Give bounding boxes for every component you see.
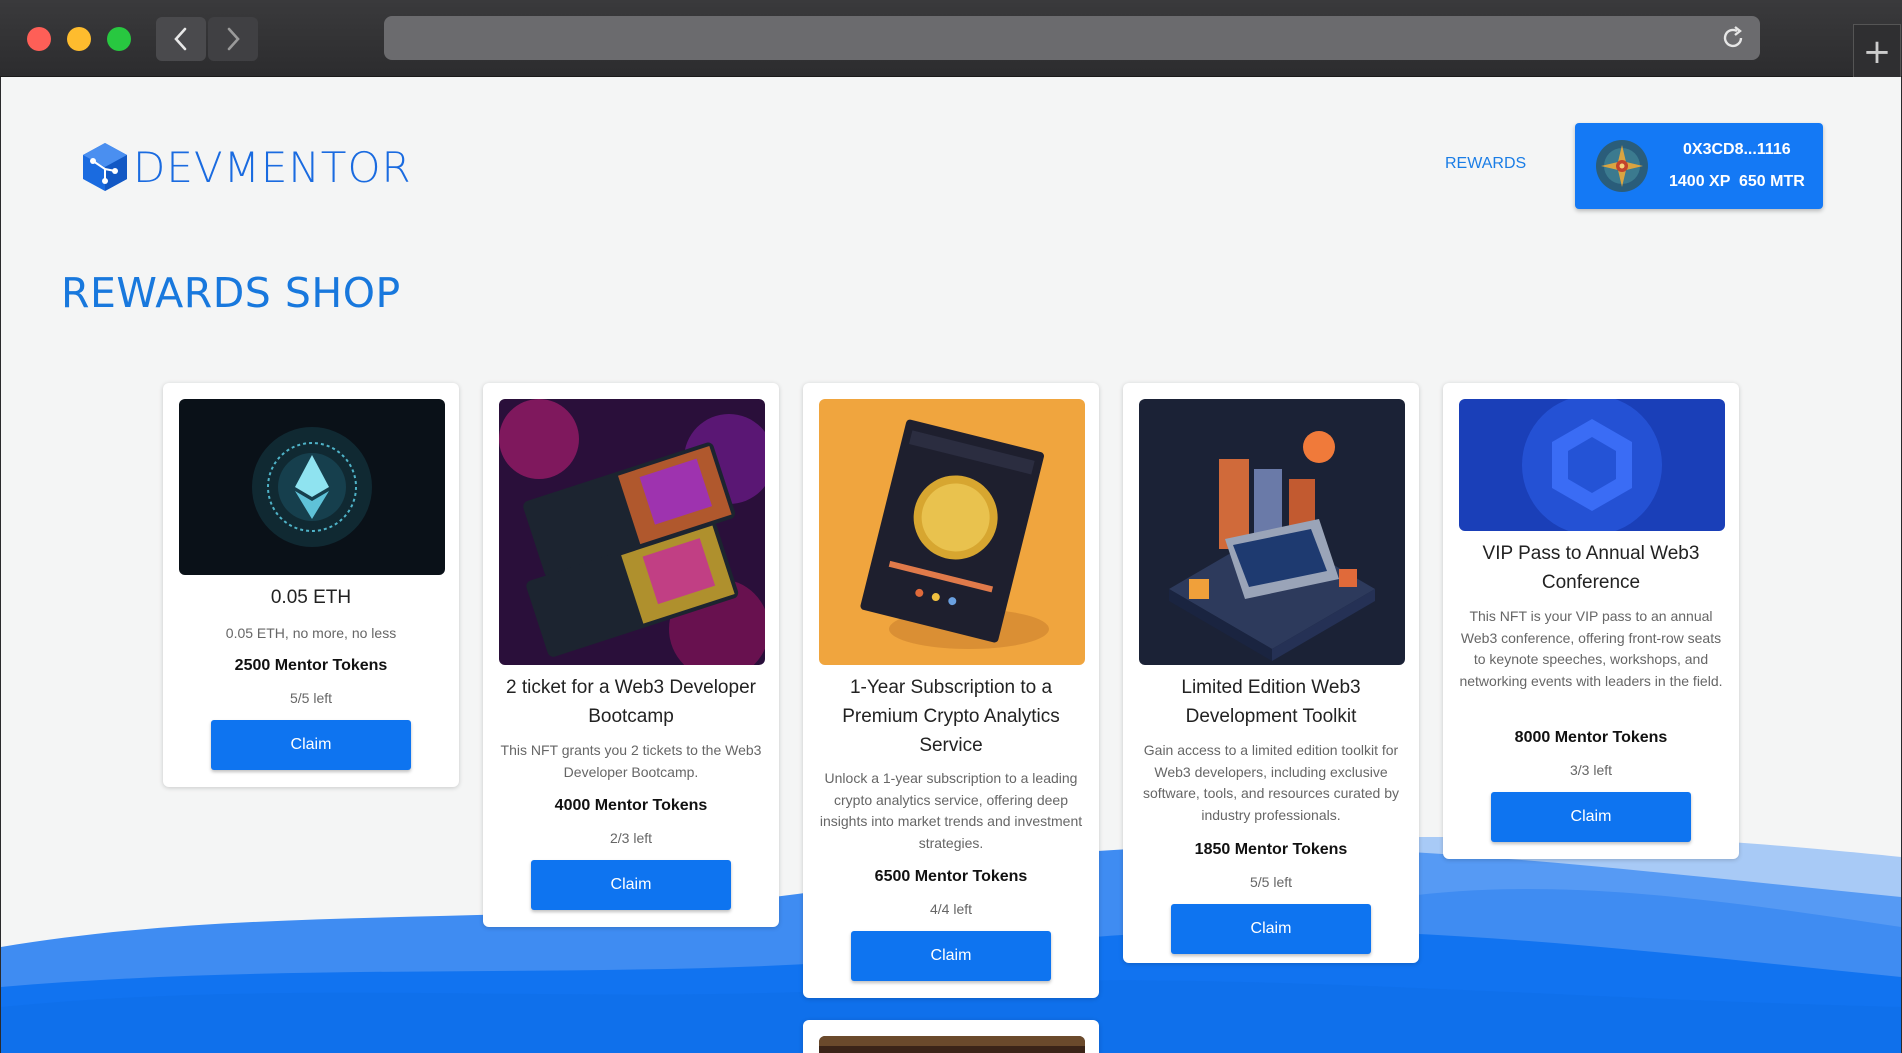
wallet-stats: 1400 XP 650 MTR xyxy=(1669,173,1805,190)
chevron-left-icon xyxy=(174,27,187,51)
devmentor-cube-icon xyxy=(83,143,127,191)
reward-availability: 5/5 left xyxy=(289,690,333,706)
reward-image-crypto-analytics xyxy=(819,399,1085,665)
page-title: REWARDS SHOP xyxy=(61,269,401,317)
reward-availability: 2/3 left xyxy=(609,830,653,846)
reward-price: 2500 Mentor Tokens xyxy=(234,657,388,674)
address-bar[interactable] xyxy=(384,16,1760,60)
avatar xyxy=(1596,140,1648,192)
claim-button[interactable]: Claim xyxy=(851,931,1051,981)
logo[interactable]: DEVMENTOR xyxy=(81,141,412,193)
back-button[interactable] xyxy=(156,17,206,61)
browser-toolbar: + xyxy=(0,0,1902,80)
reward-description: Unlock a 1-year subscription to a leadin… xyxy=(819,770,1083,851)
reward-title: VIP Pass to Annual Web3 Conference xyxy=(1482,543,1700,593)
maximize-window-button[interactable] xyxy=(107,27,131,51)
wallet-button[interactable]: 0X3CD8...1116 1400 XP 650 MTR xyxy=(1575,123,1823,209)
reward-title: Limited Edition Web3 Development Toolkit xyxy=(1181,677,1361,727)
nav-link-rewards[interactable]: REWARDS xyxy=(1445,155,1526,173)
reward-description: This NFT grants you 2 tickets to the Web… xyxy=(500,742,762,780)
reward-price: 6500 Mentor Tokens xyxy=(874,868,1028,885)
reward-card: 2 ticket for a Web3 Developer Bootcamp T… xyxy=(483,383,779,927)
new-tab-button[interactable]: + xyxy=(1853,24,1901,80)
reward-card: 1-Year Subscription to a Premium Crypto … xyxy=(803,383,1099,998)
reward-description: 0.05 ETH, no more, no less xyxy=(225,625,397,641)
close-window-button[interactable] xyxy=(27,27,51,51)
reward-title: 0.05 ETH xyxy=(270,587,352,608)
reward-title: 2 ticket for a Web3 Developer Bootcamp xyxy=(506,677,756,727)
reward-availability: 4/4 left xyxy=(929,901,973,917)
wallet-address: 0X3CD8...1116 xyxy=(1683,141,1791,158)
page-viewport: DEVMENTOR REWARDS 0X3CD8...1116 1400 XP … xyxy=(1,77,1901,1053)
claim-button[interactable]: Claim xyxy=(211,720,411,770)
reward-price: 4000 Mentor Tokens xyxy=(554,797,708,814)
chevron-right-icon xyxy=(227,27,240,51)
reward-card: Limited Edition Web3 Development Toolkit… xyxy=(1123,383,1419,963)
forward-button[interactable] xyxy=(208,17,258,61)
claim-button[interactable]: Claim xyxy=(1171,904,1371,954)
minimize-window-button[interactable] xyxy=(67,27,91,51)
reward-description: Gain access to a limited edition toolkit… xyxy=(1142,742,1400,823)
reward-price: 8000 Mentor Tokens xyxy=(1514,729,1668,746)
logo-text: DEVMENTOR xyxy=(133,142,412,192)
reward-card xyxy=(803,1020,1099,1053)
reward-description: This NFT is your VIP pass to an annual W… xyxy=(1459,608,1723,689)
reward-image-bootcamp-tickets xyxy=(499,399,765,665)
reload-icon[interactable] xyxy=(1720,25,1746,51)
reward-image-vip-pass xyxy=(1459,399,1725,531)
reward-availability: 3/3 left xyxy=(1569,762,1613,778)
reward-image-dev-toolkit xyxy=(1139,399,1405,665)
reward-card: VIP Pass to Annual Web3 Conference This … xyxy=(1443,383,1739,859)
claim-button[interactable]: Claim xyxy=(1491,792,1691,842)
reward-availability: 5/5 left xyxy=(1249,874,1293,890)
reward-title: 1-Year Subscription to a Premium Crypto … xyxy=(842,677,1060,756)
claim-button[interactable]: Claim xyxy=(531,860,731,910)
reward-image-eth xyxy=(179,399,445,575)
reward-price: 1850 Mentor Tokens xyxy=(1194,841,1348,858)
reward-card: 0.05 ETH 0.05 ETH, no more, no less 2500… xyxy=(163,383,459,787)
reward-image xyxy=(819,1036,1085,1053)
